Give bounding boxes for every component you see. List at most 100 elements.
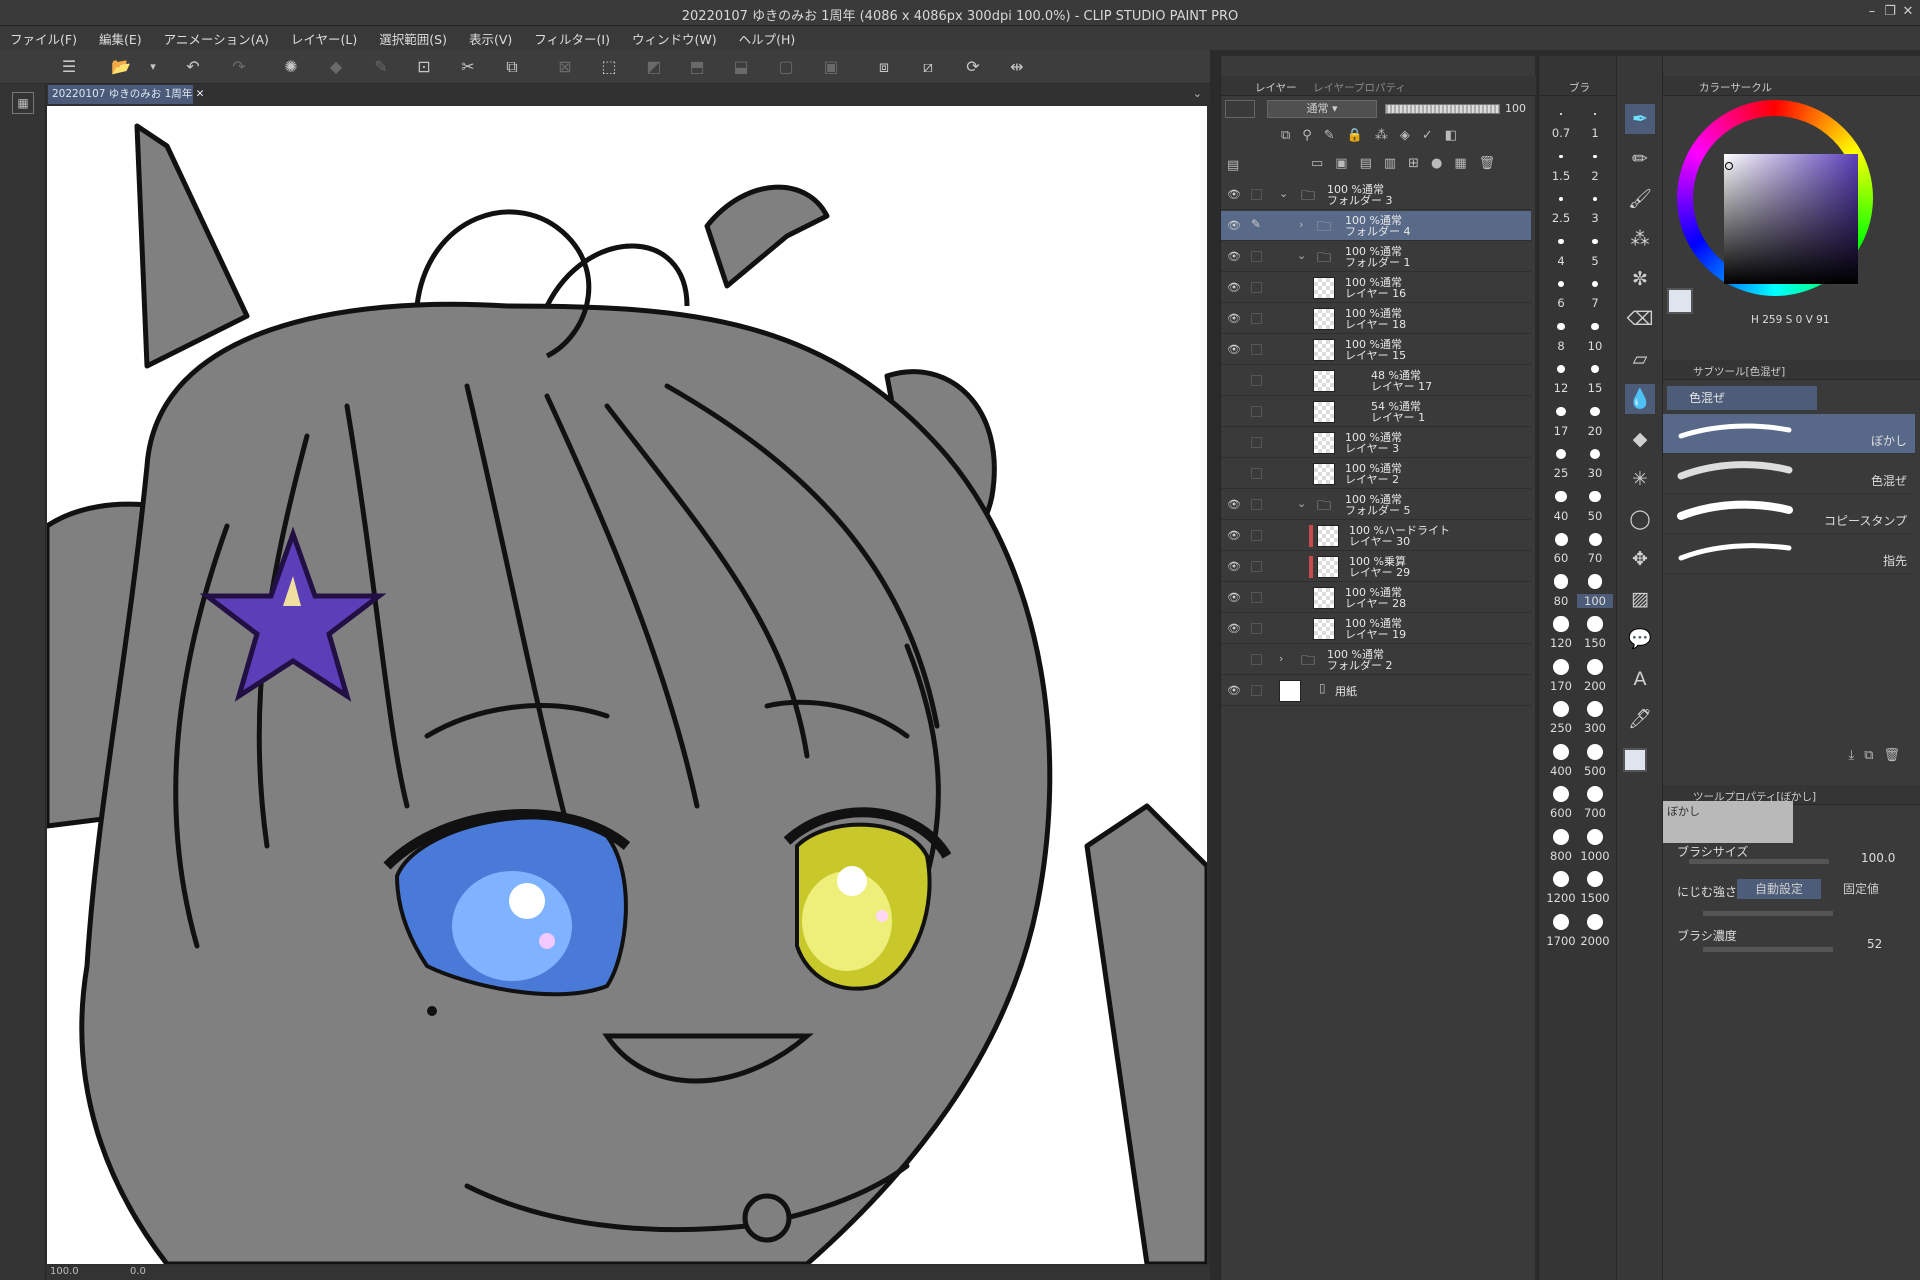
layer-row[interactable]: 👁 100 %ハードライト レイヤー 30 <box>1221 521 1531 551</box>
tab-layer-property[interactable]: レイヤープロパティ <box>1313 80 1406 95</box>
eye-icon[interactable]: 👁 <box>1227 498 1241 512</box>
layer-row[interactable]: 👁 100 %通常 レイヤー 28 <box>1221 583 1531 613</box>
brush-size-dot[interactable] <box>1592 238 1598 245</box>
lock-box[interactable] <box>1251 530 1262 541</box>
current-color-swatch[interactable] <box>1667 288 1693 314</box>
menu-layer[interactable]: レイヤー(L) <box>291 29 357 48</box>
menu-file[interactable]: ファイル(F) <box>10 29 77 48</box>
eye-icon[interactable]: 👁 <box>1227 281 1241 295</box>
brush-size-dot[interactable] <box>1587 743 1603 760</box>
lock-box[interactable] <box>1251 406 1262 417</box>
eye-icon[interactable]: 👁 <box>1227 560 1241 574</box>
brush-size-label[interactable]: 7 <box>1577 296 1613 310</box>
flip-horizontal-icon[interactable]: ⇹ <box>1006 57 1028 77</box>
calendar-icon[interactable]: ▦ <box>12 92 34 114</box>
brush-size-dot[interactable] <box>1591 322 1599 331</box>
brush-size-label[interactable]: 2000 <box>1577 934 1613 948</box>
brush-size-dot[interactable] <box>1587 616 1603 632</box>
brush-size-dot[interactable] <box>1553 743 1569 760</box>
brush-size-label[interactable]: 60 <box>1543 551 1579 565</box>
lock-box[interactable] <box>1251 251 1262 262</box>
brush-size-value[interactable]: 100.0 <box>1861 851 1895 865</box>
brush-size-dot[interactable] <box>1553 871 1569 887</box>
move-tool-icon[interactable]: ✥ <box>1625 544 1655 574</box>
brush-size-dot[interactable] <box>1558 196 1564 202</box>
brush-size-label[interactable]: 3 <box>1577 211 1613 225</box>
maximize-icon[interactable]: ❐ <box>1880 2 1900 22</box>
brush-size-dot[interactable] <box>1589 490 1601 503</box>
lock-box[interactable] <box>1251 561 1262 572</box>
brush-size-slider[interactable] <box>1689 859 1829 864</box>
brush-size-dot[interactable] <box>1553 616 1569 632</box>
layer-row[interactable]: 👁 100 %通常 レイヤー 15 <box>1221 335 1531 365</box>
menu-help[interactable]: ヘルプ(H) <box>739 29 796 48</box>
brush-size-dot[interactable] <box>1594 113 1596 115</box>
brush-size-dot[interactable] <box>1587 786 1603 802</box>
menu-selection[interactable]: 選択範囲(S) <box>379 29 447 48</box>
eye-icon[interactable]: 👁 <box>1227 343 1241 357</box>
chevron-right-icon[interactable]: › <box>1279 652 1283 665</box>
pen-tool-icon[interactable]: ✒ <box>1625 104 1655 134</box>
hamburger-menu-icon[interactable]: ☰ <box>58 57 80 77</box>
pencil-tool-icon[interactable]: ✏ <box>1625 144 1655 174</box>
eye-icon[interactable]: 👁 <box>1227 529 1241 543</box>
brush-size-dot[interactable] <box>1587 701 1603 717</box>
brush-size-dot[interactable] <box>1556 364 1566 374</box>
brush-size-label[interactable]: 0.7 <box>1543 126 1579 140</box>
lock-box[interactable] <box>1251 437 1262 448</box>
layer-row[interactable]: 100 %通常 レイヤー 3 <box>1221 428 1531 458</box>
document-tab[interactable]: 20220107 ゆきのみお 1周年 ✕ <box>48 85 204 104</box>
open-folder-icon[interactable]: 📂 <box>110 57 132 77</box>
deselect-icon[interactable]: ⊠ <box>554 57 576 77</box>
brush-size-label[interactable]: 100 <box>1577 593 1613 608</box>
brush-size-label[interactable]: 600 <box>1543 806 1579 820</box>
fixed-value-button[interactable]: 固定値 <box>1825 879 1909 899</box>
lock-box[interactable] <box>1251 592 1262 603</box>
brush-size-dot[interactable] <box>1587 913 1603 930</box>
brush-size-label[interactable]: 8 <box>1543 339 1579 353</box>
shrink-selection-icon[interactable]: ⬓ <box>730 57 752 77</box>
brush-size-dot[interactable] <box>1553 701 1569 717</box>
brush-size-label[interactable]: 15 <box>1577 381 1613 395</box>
chevron-down-icon[interactable]: ⌄ <box>1297 497 1306 510</box>
brush-size-label[interactable]: 20 <box>1577 424 1613 438</box>
brush-size-label[interactable]: 120 <box>1543 636 1579 650</box>
brush-size-label[interactable]: 150 <box>1577 636 1613 650</box>
layer-panel-menu-icon[interactable]: ▤ <box>1227 158 1239 173</box>
lock-box[interactable] <box>1251 189 1262 200</box>
brush-row-finger[interactable]: 指先 <box>1663 534 1915 574</box>
layer-color-swatch[interactable] <box>1225 100 1255 118</box>
auto-setting-button[interactable]: 自動設定 <box>1737 879 1821 899</box>
brush-size-label[interactable]: 2.5 <box>1543 211 1579 225</box>
layer-action-icons[interactable]: ⧉⚲✎🔒⁂◈✓◧ <box>1281 128 1469 143</box>
fill-tool-icon[interactable]: ◆ <box>1625 424 1655 454</box>
layer-row[interactable]: 👁 ⌄ 🗀 100 %通常 フォルダー 5 <box>1221 490 1531 520</box>
brush-size-dot[interactable] <box>1555 490 1567 503</box>
brush-size-label[interactable]: 4 <box>1543 254 1579 268</box>
menu-window[interactable]: ウィンドウ(W) <box>632 29 717 48</box>
brush-size-dot[interactable] <box>1588 532 1602 546</box>
angle-readout[interactable]: 0.0 <box>130 1266 146 1277</box>
layer-row[interactable]: › 🗀 100 %通常 フォルダー 2 <box>1221 645 1531 675</box>
layer-row[interactable]: 100 %通常 レイヤー 2 <box>1221 459 1531 489</box>
eye-icon[interactable]: 👁 <box>1227 684 1241 698</box>
canvas-area[interactable] <box>46 104 1210 1270</box>
select-all-icon[interactable]: ⬚ <box>598 57 620 77</box>
brush-size-label[interactable]: 12 <box>1543 381 1579 395</box>
brush-tool-icon[interactable]: 🖌 <box>1625 184 1655 214</box>
brush-size-label[interactable]: 2 <box>1577 169 1613 183</box>
brush-size-dot[interactable] <box>1558 238 1564 245</box>
lock-box[interactable] <box>1251 499 1262 510</box>
eyedropper-tool-icon[interactable]: 🖊 <box>1625 704 1655 734</box>
menu-edit[interactable]: 編集(E) <box>99 29 142 48</box>
layer-new-icons[interactable]: ▭▣▤▥⊞●▦🗑 <box>1311 156 1507 171</box>
brush-size-label[interactable]: 400 <box>1543 764 1579 778</box>
tab-layer[interactable]: レイヤー <box>1255 80 1297 95</box>
chevron-down-icon[interactable]: ⌄ <box>1297 249 1306 262</box>
layer-row[interactable]: 54 %通常 レイヤー 1 <box>1221 397 1531 427</box>
tab-sub-tool[interactable]: サブツール[色混ぜ] <box>1693 364 1785 379</box>
brush-size-dot[interactable] <box>1557 322 1565 331</box>
brush-row-mix[interactable]: 色混ぜ <box>1663 454 1915 494</box>
canvas-resize-icon[interactable]: ⧄ <box>917 57 939 77</box>
eye-icon[interactable]: 👁 <box>1227 250 1241 264</box>
